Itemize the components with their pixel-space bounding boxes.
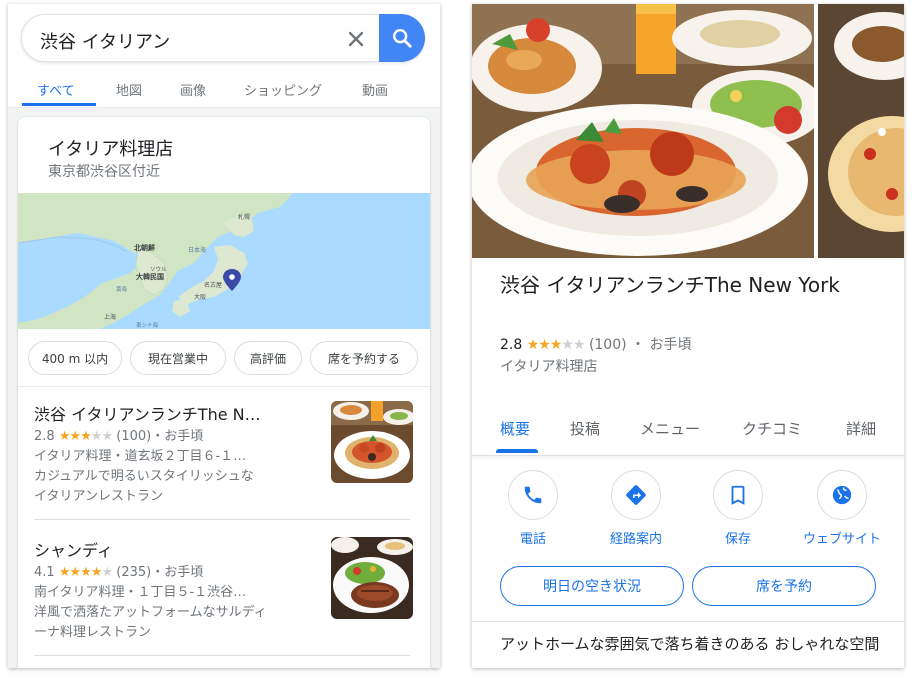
- star-icon: ★★★: [526, 337, 563, 353]
- place-rating: 2.8: [500, 337, 523, 353]
- list-item[interactable]: シャンディ 4.1 ★★★★★ (235)・お手頃 南イタリア料理・１丁目５-１…: [34, 537, 413, 640]
- tab-all[interactable]: すべて: [37, 80, 75, 99]
- divider: [34, 519, 410, 520]
- map-label: 大阪: [194, 293, 206, 301]
- local-results-card: イタリア料理店 東京都渋谷区付近 札幌 北朝鮮 日本海 ソウル 大韓民国 名古屋…: [18, 117, 430, 668]
- result-address: イタリア料理・道玄坂２丁目６-１…: [34, 449, 247, 464]
- tab-videos[interactable]: 動画: [362, 80, 388, 99]
- globe-icon: [832, 485, 852, 505]
- active-tab-indicator: [496, 449, 538, 453]
- tab-maps[interactable]: 地図: [116, 80, 142, 99]
- place-category: イタリア料理店: [500, 359, 598, 375]
- directions-icon: [626, 485, 646, 505]
- place-photo-gallery[interactable]: [472, 4, 904, 258]
- search-bar[interactable]: 渋谷 イタリアン: [21, 14, 425, 62]
- divider: [34, 655, 410, 656]
- star-empty-icon: ★★: [90, 429, 113, 444]
- filter-chips: 400 m 以内 現在営業中 高評価 席を予約する: [18, 329, 430, 387]
- search-icon: [393, 29, 412, 48]
- result-address: 南イタリア料理・１丁目５-１渋谷…: [34, 585, 247, 600]
- tab-overview[interactable]: 概要: [500, 418, 530, 439]
- result-description: カジュアルで明るいスタイリッシュな: [34, 469, 254, 484]
- website-label: ウェブサイト: [802, 532, 881, 547]
- tab-menu[interactable]: メニュー: [640, 418, 700, 439]
- chip-within-400m[interactable]: 400 m 以内: [28, 341, 122, 375]
- result-description: イタリアンレストラン: [34, 489, 163, 504]
- map-label: 上海: [104, 313, 116, 321]
- divider: [472, 621, 904, 622]
- clear-icon[interactable]: [344, 27, 368, 51]
- bookmark-icon: [731, 485, 745, 505]
- map-label: 日本海: [188, 246, 206, 254]
- phone-icon: [524, 486, 542, 504]
- tab-reviews[interactable]: クチコミ: [742, 418, 802, 439]
- result-price: ・お手頃: [151, 565, 204, 580]
- result-price: ・お手頃: [151, 429, 204, 444]
- result-photo[interactable]: [331, 401, 413, 483]
- local-results-title: イタリア料理店: [48, 139, 174, 160]
- local-results-subtitle: 東京都渋谷区付近: [48, 164, 160, 180]
- star-empty-icon: ★: [101, 565, 113, 580]
- place-description: アットホームな雰囲気で落ち着きのある おしゃれな空間: [500, 635, 880, 653]
- result-name[interactable]: 渋谷 イタリアンランチThe N…: [34, 401, 261, 425]
- place-rating-row: 2.8 ★★★★★ (100) ・ お手頃: [500, 334, 692, 354]
- map-label: 名古屋: [204, 281, 222, 289]
- result-name[interactable]: シャンディ: [34, 537, 113, 561]
- map[interactable]: 札幌 北朝鮮 日本海 ソウル 大韓民国 名古屋 大阪 黄海 上海 東シナ海: [18, 193, 430, 329]
- save-button[interactable]: 保存: [688, 468, 788, 558]
- place-title: 渋谷 イタリアンランチThe New York: [500, 273, 840, 297]
- result-rating-row: 4.1 ★★★★★ (235)・お手頃: [34, 561, 203, 580]
- list-item[interactable]: 渋谷 イタリアンランチThe N… 2.8 ★★★★★ (100)・お手頃 イタ…: [34, 401, 413, 504]
- result-rating: 2.8: [34, 429, 55, 444]
- map-label: ソウル: [150, 265, 167, 273]
- star-empty-icon: ★★: [561, 337, 585, 353]
- result-rating: 4.1: [34, 565, 55, 580]
- place-tabs: 概要 投稿 メニュー クチコミ 詳細: [472, 400, 904, 456]
- map-label: 大韓民国: [136, 272, 164, 281]
- website-button[interactable]: ウェブサイト: [792, 468, 892, 558]
- star-icon: ★★★★: [58, 565, 103, 580]
- result-review-count: (235): [116, 565, 152, 580]
- place-details-screen: 渋谷 イタリアンランチThe New York 2.8 ★★★★★ (100) …: [472, 4, 904, 668]
- place-price: ・ お手頃: [631, 337, 692, 353]
- directions-label: 経路案内: [609, 532, 662, 547]
- map-label: 札幌: [238, 213, 250, 221]
- result-description: 洋風で洒落たアットフォームなサルディ: [34, 605, 267, 620]
- place-review-count[interactable]: (100): [589, 337, 627, 353]
- result-review-count: (100): [116, 429, 152, 444]
- search-results-screen: 渋谷 イタリアン すべて 地図 画像 ショッピング 動画 イタリア料理店 東京都…: [8, 4, 440, 668]
- star-icon: ★★★: [58, 429, 92, 444]
- reserve-button[interactable]: 席を予約: [692, 566, 876, 606]
- search-input[interactable]: 渋谷 イタリアン: [40, 28, 170, 54]
- call-label: 電話: [519, 532, 546, 547]
- result-rating-row: 2.8 ★★★★★ (100)・お手頃: [34, 425, 203, 444]
- tab-shopping[interactable]: ショッピング: [244, 80, 322, 99]
- map-label: 東シナ海: [136, 321, 159, 329]
- active-tab-indicator: [22, 103, 96, 106]
- map-label: 黄海: [116, 285, 128, 293]
- result-photo[interactable]: [331, 537, 413, 619]
- tab-posts[interactable]: 投稿: [570, 418, 600, 439]
- map-label: 北朝鮮: [134, 243, 155, 252]
- chip-reserve[interactable]: 席を予約する: [310, 341, 418, 375]
- chip-open-now[interactable]: 現在営業中: [130, 341, 226, 375]
- directions-button[interactable]: 経路案内: [586, 468, 686, 558]
- result-description: ーナ料理レストラン: [34, 625, 152, 640]
- call-button[interactable]: 電話: [483, 468, 583, 558]
- save-label: 保存: [724, 532, 751, 547]
- availability-button[interactable]: 明日の空き状況: [500, 566, 684, 606]
- tab-details[interactable]: 詳細: [846, 418, 876, 439]
- chip-top-rated[interactable]: 高評価: [234, 341, 302, 375]
- search-button[interactable]: [379, 14, 425, 62]
- tab-images[interactable]: 画像: [180, 80, 206, 99]
